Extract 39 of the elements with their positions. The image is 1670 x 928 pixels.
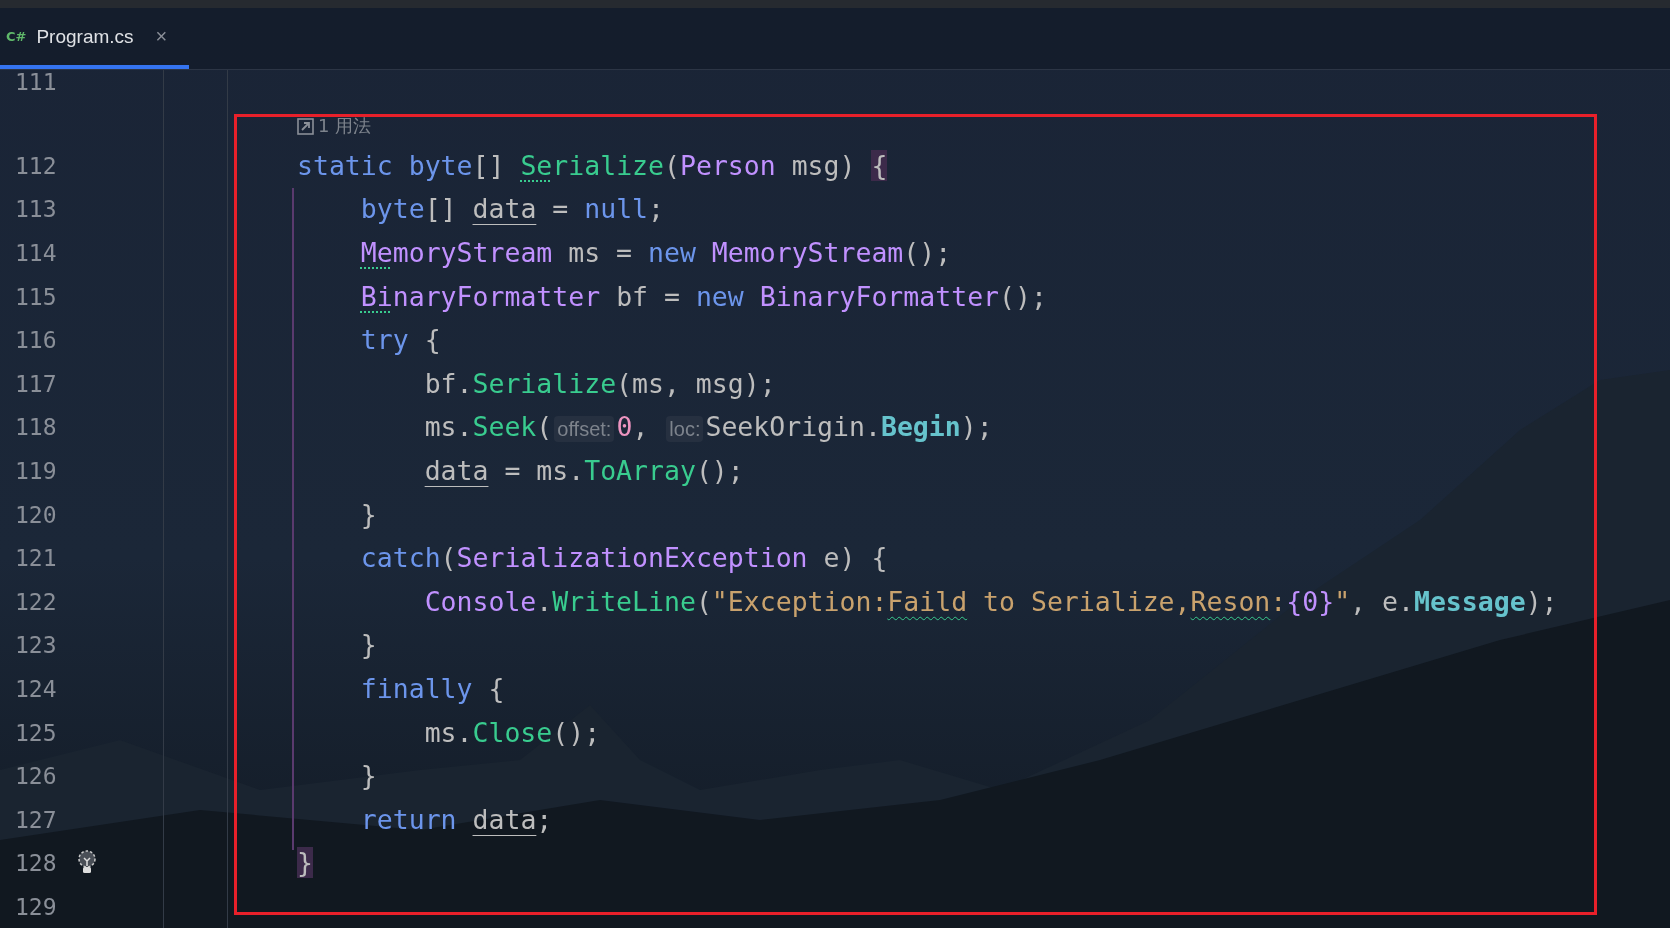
code-line: bf.Serialize(ms, msg); <box>423 366 776 401</box>
line-number: 126 <box>15 764 58 789</box>
code-line: try { <box>359 323 441 358</box>
code-line: data = ms.ToArray(); <box>423 453 744 488</box>
code-line: return data; <box>359 802 553 837</box>
code-line: } <box>359 497 377 532</box>
line-number: 120 <box>15 502 58 527</box>
line-number: 119 <box>15 458 58 483</box>
line-number: 111 <box>15 70 58 94</box>
line-number: 124 <box>15 676 58 701</box>
code-line: ms.Seek( offset: 0, loc: SeekOrigin.Begin); <box>423 410 993 445</box>
code-line: BinaryFormatter bf = new BinaryFormatter(); <box>359 279 1047 314</box>
line-number: 112 <box>15 153 58 178</box>
line-number: 128 <box>15 851 58 876</box>
line-number: 122 <box>15 589 58 614</box>
code-line: MemoryStream ms = new MemoryStream(); <box>359 236 952 270</box>
code-line: Console.WriteLine("Exception:Faild to Serialize,Reson:{0}", e.Message); <box>423 584 1558 619</box>
code-line: finally { <box>359 671 505 706</box>
line-number: 115 <box>15 284 58 309</box>
line-number: 123 <box>15 633 58 658</box>
code-line: } <box>359 759 377 794</box>
code-line: byte[] data = null; <box>359 192 664 227</box>
code-line: catch(SerializationException e) { <box>359 541 888 576</box>
code-line: static byte[] Se rialize(Person msg) { <box>296 148 888 183</box>
code-line: ms.Close(); <box>423 715 601 750</box>
line-number: 118 <box>15 415 58 440</box>
line-number: 127 <box>15 807 58 832</box>
usages-link[interactable]: 1 用法 <box>297 114 372 138</box>
line-number: 125 <box>15 720 58 745</box>
code-line: } <box>359 628 377 663</box>
line-number: 113 <box>15 197 58 222</box>
line-number: 129 <box>15 894 58 919</box>
csharp-file-icon: C# <box>6 29 27 44</box>
line-number: 116 <box>15 328 58 353</box>
file-tab[interactable]: C# Program.cs × <box>0 8 190 69</box>
close-icon[interactable]: × <box>155 25 168 48</box>
line-number: 117 <box>15 371 58 396</box>
line-number: 121 <box>15 546 58 571</box>
line-number: 114 <box>15 241 58 265</box>
